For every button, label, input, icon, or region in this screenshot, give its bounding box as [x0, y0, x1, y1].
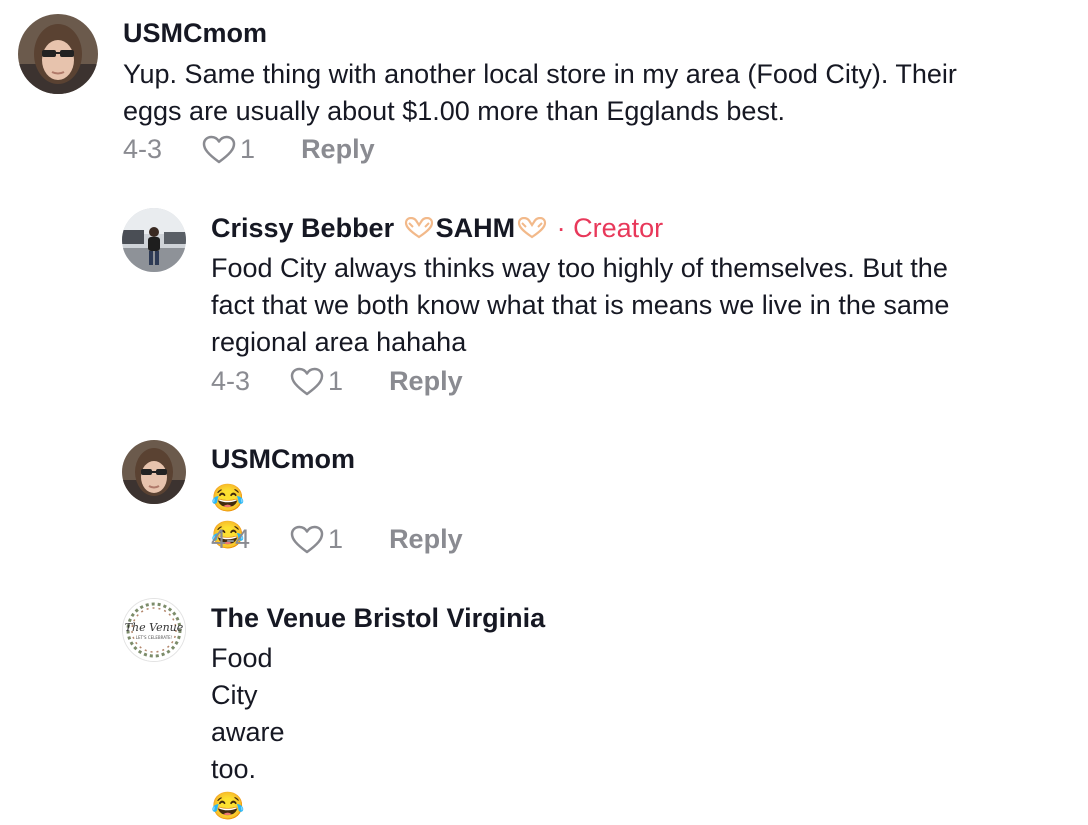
reply-button[interactable]: Reply	[389, 366, 463, 397]
creator-badge: Creator	[573, 213, 664, 243]
username[interactable]: The Venue Bristol Virginia	[211, 603, 545, 634]
avatar[interactable]	[122, 440, 186, 504]
heart-outline-icon	[202, 135, 236, 163]
comment-text-line: regional area hahaha	[211, 327, 467, 357]
username[interactable]: Crissy Bebber SAHM · Creator	[211, 213, 663, 246]
comment-text-line: Yup. Same thing with another local store…	[123, 59, 957, 89]
avatar-logo-subtext: LET'S CELEBRATE!	[136, 635, 173, 640]
creator-separator: ·	[549, 213, 574, 243]
username[interactable]: USMCmom	[123, 18, 267, 49]
comment-text: Food City always thinks way too highly o…	[211, 250, 1071, 361]
avatar[interactable]	[122, 208, 186, 272]
like-button[interactable]: 1	[290, 524, 343, 555]
comment-meta: 4-4 1 Reply	[211, 524, 463, 555]
heart-outline-icon	[290, 367, 324, 395]
comment-text-line: Food City always thinks way too highly o…	[211, 253, 948, 283]
comment-date: 4-3	[211, 366, 251, 396]
heart-outline-icon	[290, 525, 324, 553]
username-text: SAHM	[435, 213, 516, 243]
like-button[interactable]: 1	[202, 134, 255, 165]
reply-button[interactable]: Reply	[301, 134, 375, 165]
username-text: Crissy Bebber	[211, 213, 402, 243]
comment-text: Food City aware too. 😂	[211, 643, 285, 821]
comment-text-line: fact that we both know what that is mean…	[211, 290, 950, 320]
like-count: 1	[328, 366, 344, 396]
heart-hands-emoji	[517, 215, 547, 246]
comment-text-line: eggs are usually about $1.00 more than E…	[123, 96, 785, 126]
like-count: 1	[328, 524, 344, 554]
reply-button[interactable]: Reply	[389, 524, 463, 555]
comment-meta: 4-3 1 Reply	[123, 134, 375, 165]
comment-text: Yup. Same thing with another local store…	[123, 56, 1063, 130]
comment-date: 4-3	[123, 134, 163, 164]
avatar[interactable]	[18, 14, 98, 94]
like-count: 1	[240, 134, 256, 164]
avatar-logo-text: The Venue	[125, 621, 184, 634]
avatar[interactable]: The Venue LET'S CELEBRATE!	[122, 598, 186, 662]
comment-meta: 4-3 1 Reply	[211, 366, 463, 397]
username[interactable]: USMCmom	[211, 444, 355, 475]
comment-date: 4-4	[211, 524, 251, 554]
heart-hands-emoji	[404, 215, 434, 246]
like-button[interactable]: 1	[290, 366, 343, 397]
